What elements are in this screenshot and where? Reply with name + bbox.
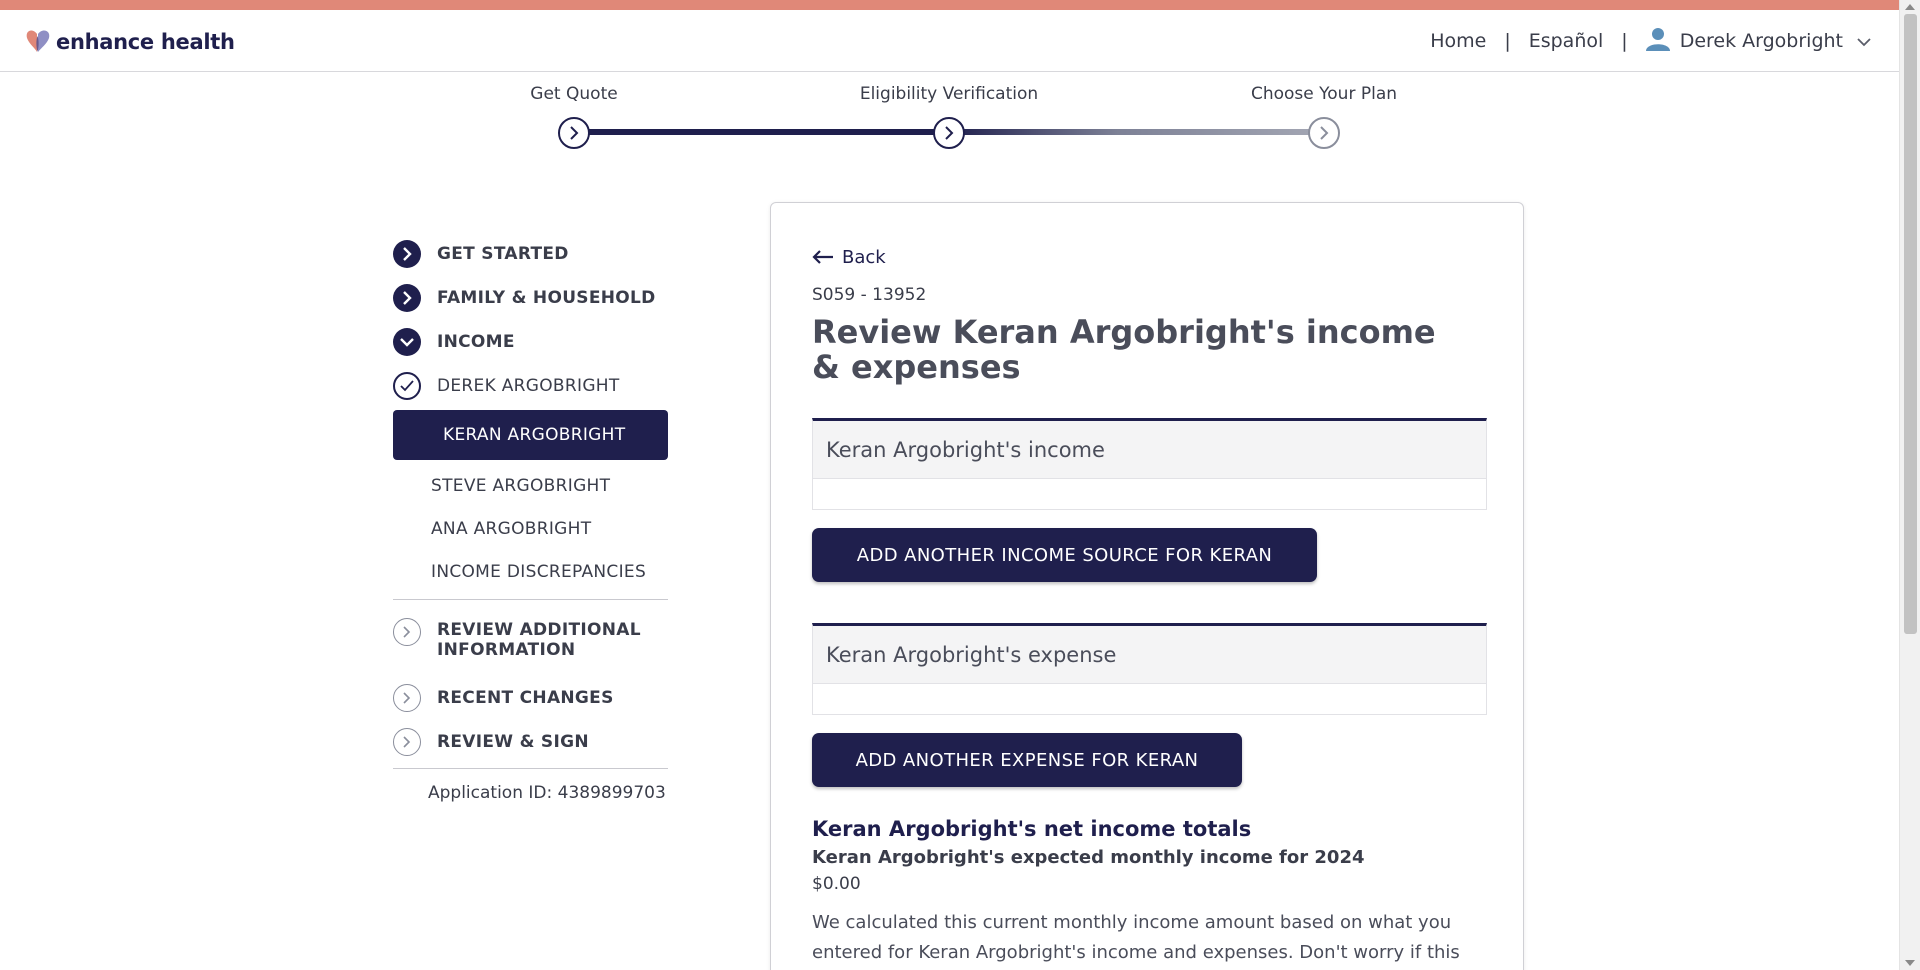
chevron-right-icon — [945, 126, 954, 140]
sidebar-item-label: INCOME — [437, 332, 515, 352]
sidebar-item-label: DEREK ARGOBRIGHT — [437, 376, 620, 396]
progress-track-partial — [949, 129, 1324, 135]
chevron-right-icon — [393, 728, 421, 756]
site-header: enhance health Home | Español | Derek Ar… — [0, 10, 1899, 72]
nav-separator: | — [1621, 30, 1628, 52]
step-circle-eligibility[interactable] — [933, 117, 965, 149]
case-id: S059 - 13952 — [812, 285, 927, 305]
scrollbar-thumb[interactable] — [1904, 14, 1917, 634]
add-income-button[interactable]: ADD ANOTHER INCOME SOURCE FOR KERAN — [812, 528, 1317, 582]
scroll-down-arrow-icon[interactable] — [1905, 960, 1915, 966]
chevron-down-icon — [393, 328, 421, 356]
income-calculation-note: We calculated this current monthly incom… — [812, 912, 1460, 963]
sidebar-item-label: RECENT CHANGES — [437, 688, 614, 708]
progress-track-complete — [574, 129, 949, 135]
check-circle-icon — [393, 372, 421, 400]
sidebar-subitem-ana[interactable]: ANA ARGOBRIGHT — [393, 507, 673, 550]
sidebar-item-label: REVIEW ADDITIONAL INFORMATION — [437, 620, 641, 660]
expected-monthly-income-label: Keran Argobright's expected monthly inco… — [812, 847, 1365, 868]
back-label: Back — [842, 247, 886, 268]
step-label-get-quote: Get Quote — [530, 84, 618, 104]
sidebar-subitem-steve[interactable]: STEVE ARGOBRIGHT — [393, 464, 673, 507]
chevron-right-icon — [393, 284, 421, 312]
step-circle-choose-plan[interactable] — [1308, 117, 1340, 149]
step-label-eligibility: Eligibility Verification — [859, 84, 1039, 104]
income-section: Keran Argobright's income — [812, 418, 1487, 510]
sidebar-item-get-started[interactable]: GET STARTED — [393, 232, 673, 276]
application-id: Application ID: 4389899703 — [428, 783, 666, 803]
back-link[interactable]: Back — [812, 245, 886, 270]
sidebar-item-recent-changes[interactable]: RECENT CHANGES — [393, 676, 673, 720]
nav-home-link[interactable]: Home — [1430, 30, 1486, 52]
sidebar-item-label: REVIEW & SIGN — [437, 732, 589, 752]
sidebar-item-family-household[interactable]: FAMILY & HOUSEHOLD — [393, 276, 673, 320]
page-scrollbar[interactable] — [1899, 0, 1920, 970]
income-section-body — [813, 479, 1486, 509]
expense-section-title: Keran Argobright's expense — [813, 626, 1486, 684]
sidebar-subitem-keran-active[interactable]: KERAN ARGOBRIGHT — [393, 410, 668, 460]
page-title: Review Keran Argobright's income & expen… — [812, 313, 1436, 386]
expense-section-body — [813, 684, 1486, 714]
sidebar-item-label: FAMILY & HOUSEHOLD — [437, 288, 656, 308]
income-section-title: Keran Argobright's income — [813, 421, 1486, 479]
sidebar-subitem-derek[interactable]: DEREK ARGOBRIGHT — [393, 364, 673, 408]
top-nav: Home | Español | Derek Argobright — [1430, 10, 1899, 72]
expected-monthly-income-value: $0.00 — [812, 874, 861, 894]
step-label-choose-plan: Choose Your Plan — [1250, 84, 1398, 104]
user-name: Derek Argobright — [1679, 30, 1843, 52]
top-accent-bar — [0, 0, 1920, 10]
heart-logo-icon — [24, 28, 52, 56]
income-review-card: Back S059 - 13952 Review Keran Argobrigh… — [770, 202, 1524, 970]
nav-language-link[interactable]: Español — [1529, 30, 1604, 52]
progress-stepper: Get Quote Eligibility Verification Choos… — [0, 72, 1899, 162]
chevron-right-icon — [1320, 126, 1329, 140]
sidebar-divider — [393, 768, 668, 769]
sidebar-item-label: GET STARTED — [437, 244, 569, 264]
user-icon — [1645, 27, 1670, 56]
scroll-up-arrow-icon[interactable] — [1905, 4, 1915, 10]
add-expense-button[interactable]: ADD ANOTHER EXPENSE FOR KERAN — [812, 733, 1242, 787]
chevron-right-icon — [393, 240, 421, 268]
expense-section: Keran Argobright's expense — [812, 623, 1487, 715]
net-income-totals-heading: Keran Argobright's net income totals — [812, 817, 1252, 841]
application-sidebar: GET STARTED FAMILY & HOUSEHOLD INCOME DE… — [393, 232, 673, 803]
sidebar-subitem-income-discrepancies[interactable]: INCOME DISCREPANCIES — [393, 550, 673, 593]
brand-name: enhance health — [56, 30, 235, 54]
nav-separator: | — [1504, 30, 1511, 52]
step-circle-get-quote[interactable] — [558, 117, 590, 149]
sidebar-divider — [393, 599, 668, 600]
arrow-left-icon — [812, 245, 834, 270]
sidebar-item-income[interactable]: INCOME — [393, 320, 673, 364]
user-menu[interactable]: Derek Argobright — [1645, 27, 1871, 56]
brand-logo[interactable]: enhance health — [24, 28, 235, 56]
chevron-right-icon — [393, 684, 421, 712]
chevron-right-icon — [393, 618, 421, 646]
sidebar-item-review-additional[interactable]: REVIEW ADDITIONAL INFORMATION — [393, 614, 673, 676]
chevron-down-icon[interactable] — [1857, 30, 1871, 52]
sidebar-item-review-sign[interactable]: REVIEW & SIGN — [393, 720, 673, 764]
chevron-right-icon — [570, 126, 579, 140]
